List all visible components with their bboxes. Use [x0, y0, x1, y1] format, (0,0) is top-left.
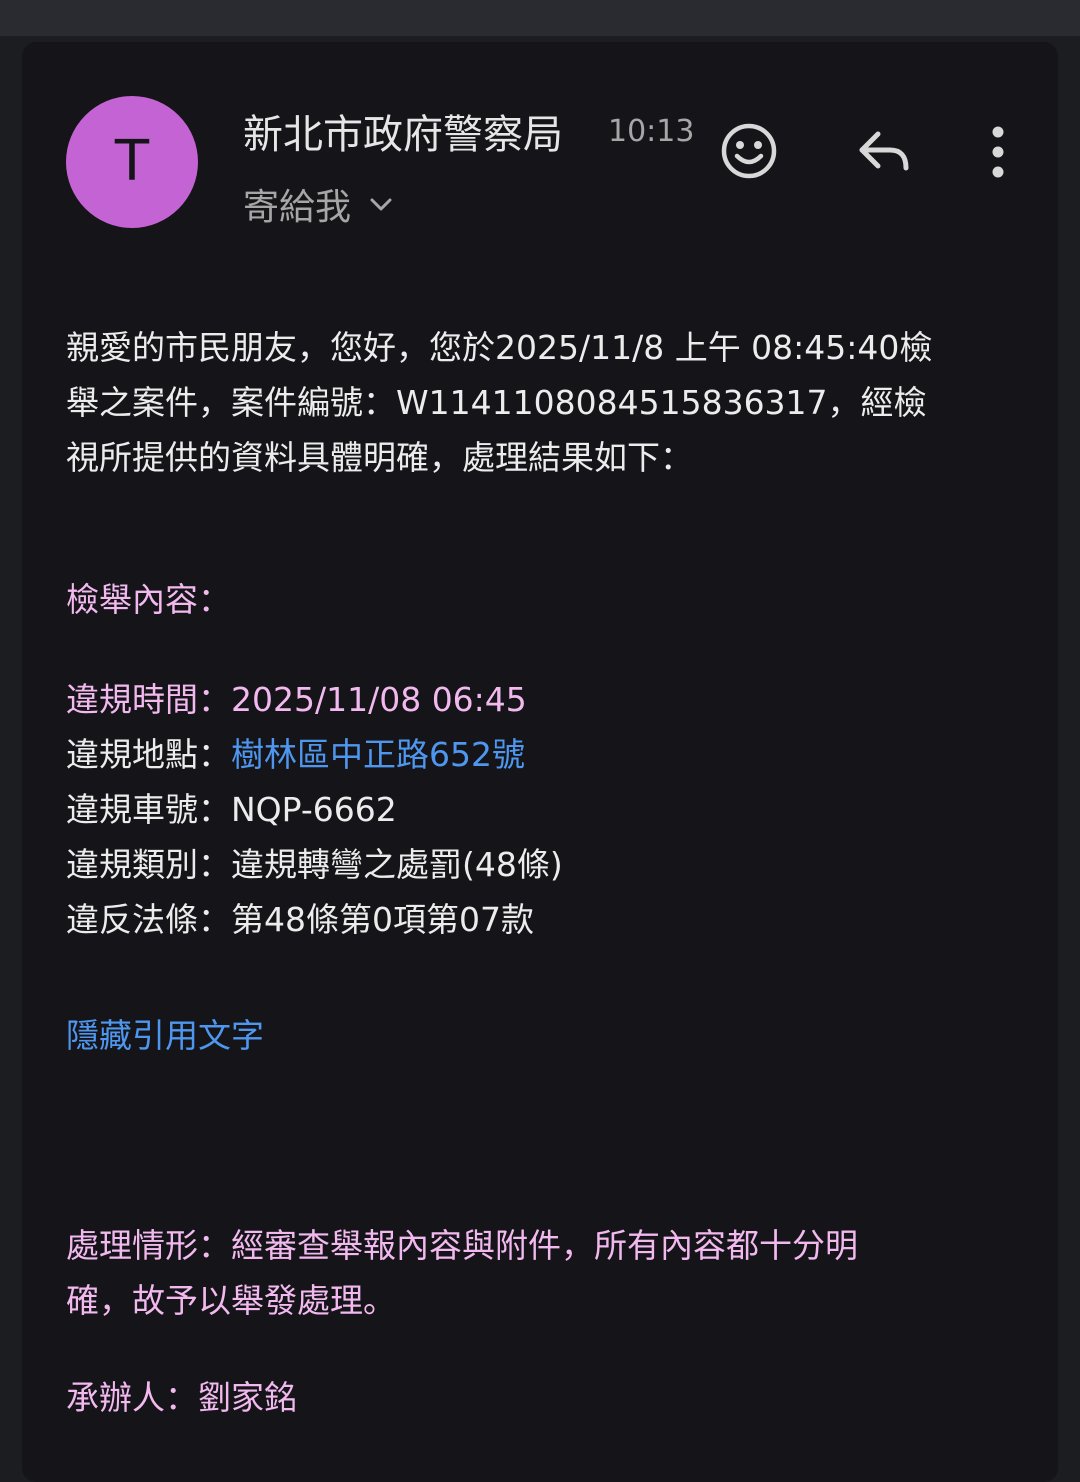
- recipient-label: 寄給我: [243, 187, 352, 228]
- emoji-icon[interactable]: [720, 122, 778, 180]
- violation-plate-row: 違規車號：NQP-6662: [66, 782, 1026, 837]
- intro-paragraph: 親愛的市民朋友，您好，您於2025/11/8 上午 08:45:40檢 舉之案件…: [66, 320, 1026, 485]
- reply-icon[interactable]: [856, 128, 910, 176]
- result-line: 處理情形：經審查舉報內容與附件，所有內容都十分明: [66, 1226, 858, 1265]
- report-heading: 檢舉內容：: [66, 580, 231, 619]
- violation-location-link[interactable]: 樹林區中正路652號: [231, 735, 525, 774]
- recipient-toggle[interactable]: 寄給我: [243, 178, 395, 230]
- violation-law-value: 第48條第0項第07款: [231, 900, 534, 939]
- violation-law-row: 違反法條：第48條第0項第07款: [66, 892, 1026, 947]
- violation-time-value[interactable]: 2025/11/08 06:45: [231, 680, 527, 719]
- violation-location-label: 違規地點：: [66, 735, 231, 774]
- result-line: 確，故予以舉發處理。: [66, 1281, 396, 1320]
- intro-line: 舉之案件，案件編號：W114110808451583631​7，經檢: [66, 383, 927, 422]
- violation-time-row: 違規時間：2025/11/08 06:45: [66, 672, 1026, 727]
- violation-time-label: 違規時間：: [66, 680, 231, 719]
- violation-category-row: 違規類別：違規轉彎之處罰(48條): [66, 837, 1026, 892]
- more-vert-icon[interactable]: [984, 126, 1012, 178]
- result-paragraph: 處理情形：經審查舉報內容與附件，所有內容都十分明 確，故予以舉發處理。: [66, 1218, 1026, 1328]
- violation-plate-value: NQP-6662: [231, 790, 397, 829]
- sender-avatar[interactable]: T: [66, 96, 198, 228]
- violation-category-value: 違規轉彎之處罰(48條): [231, 845, 563, 884]
- status-bar: [0, 0, 1080, 36]
- intro-line: 視所提供的資料具體明確，處理結果如下：: [66, 438, 693, 477]
- violation-category-label: 違規類別：: [66, 845, 231, 884]
- violation-location-row: 違規地點：樹林區中正路652號: [66, 727, 1026, 782]
- sender-name: 新北市政府警察局: [243, 112, 563, 158]
- hide-quoted-text-link[interactable]: 隱藏引用文字: [66, 1008, 264, 1063]
- email-time: 10:13: [608, 114, 695, 149]
- chevron-down-icon: [370, 198, 392, 211]
- handler-line: 承辦人：劉家銘: [66, 1378, 297, 1417]
- violation-details: 違規時間：2025/11/08 06:45 違規地點：樹林區中正路652號 違規…: [66, 672, 1026, 947]
- violation-plate-label: 違規車號：: [66, 790, 231, 829]
- intro-line: 親愛的市民朋友，您好，您於2025/11/8 上午 08:45:40檢: [66, 328, 933, 367]
- violation-law-label: 違反法條：: [66, 900, 231, 939]
